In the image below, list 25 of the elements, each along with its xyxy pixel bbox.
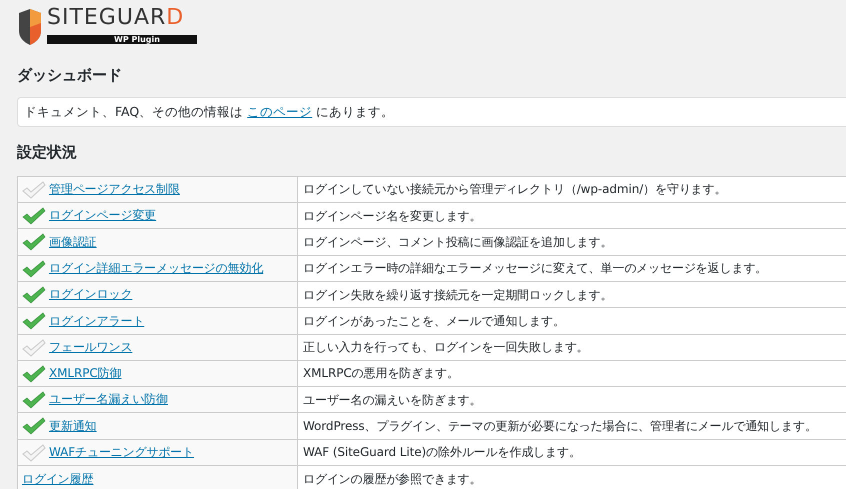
feature-description: ログインしていない接続元から管理ディレクトリ（/wp-admin/）を守ります。 bbox=[298, 176, 846, 203]
logo-subtitle: WP Plugin bbox=[47, 34, 197, 44]
docs-link[interactable]: このページ bbox=[247, 104, 312, 118]
feature-link[interactable]: 画像認証 bbox=[49, 234, 97, 249]
feature-description: 正しい入力を行っても、ログインを一回失敗します。 bbox=[298, 334, 846, 360]
feature-description: ログインページ名を変更します。 bbox=[298, 202, 846, 229]
feature-description: ログインがあったことを、メールで通知します。 bbox=[298, 308, 846, 334]
feature-description: ログインエラー時の詳細なエラーメッセージに変えて、単一のメッセージを返します。 bbox=[298, 255, 846, 282]
feature-description: ログインページ、コメント投稿に画像認証を追加します。 bbox=[298, 228, 846, 256]
feature-description: WAF (SiteGuard Lite)の除外ルールを作成します。 bbox=[298, 439, 846, 466]
feature-link[interactable]: ログインロック bbox=[49, 287, 132, 302]
section-title: 設定状況 bbox=[17, 142, 78, 164]
shield-logo-icon bbox=[17, 9, 43, 45]
feature-link[interactable]: ログイン履歴 bbox=[22, 472, 94, 486]
feature-description: XMLRPCの悪用を防ぎます。 bbox=[298, 360, 846, 387]
feature-link[interactable]: 更新通知 bbox=[49, 418, 97, 433]
logo-text: SITEGUARD bbox=[47, 6, 186, 29]
feature-description: WordPress、プラグイン、テーマの更新が必要になった場合に、管理者にメールで通知します。 bbox=[298, 412, 846, 440]
feature-link[interactable]: XMLRPC防御 bbox=[49, 366, 122, 380]
feature-description: ログイン失敗を繰り返す接続元を一定期間ロックします。 bbox=[298, 281, 846, 308]
feature-link[interactable]: ログインアラート bbox=[49, 314, 144, 328]
page-title: ダッシュボード bbox=[17, 65, 123, 86]
notice-text: ドキュメント、FAQ、その他の情報は このページ にあります。 bbox=[17, 96, 846, 128]
feature-description: ユーザー名の漏えいを防ぎます。 bbox=[298, 386, 846, 413]
feature-link[interactable]: フェールワンス bbox=[49, 340, 132, 354]
